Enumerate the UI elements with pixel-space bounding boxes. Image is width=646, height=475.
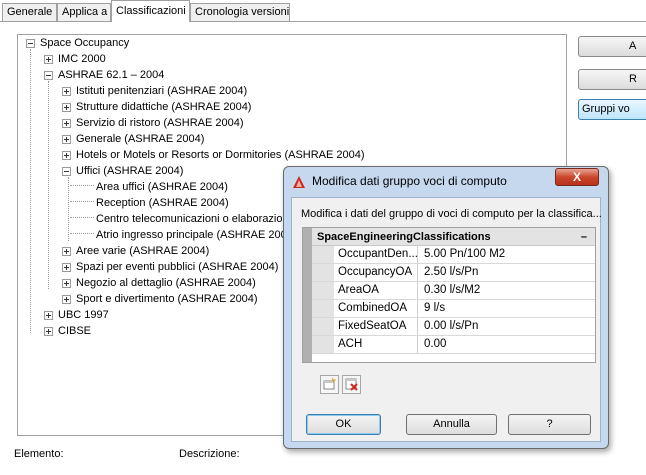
property-name: ACH — [334, 336, 418, 353]
property-value[interactable]: 0.00 — [419, 336, 446, 353]
close-icon: X — [572, 170, 581, 184]
side-button-add[interactable]: A — [578, 36, 646, 57]
app-logo-icon — [293, 176, 305, 188]
close-button[interactable]: X — [555, 168, 599, 186]
grid-header[interactable]: SpaceEngineeringClassifications – — [312, 228, 595, 246]
collapse-section-icon[interactable]: – — [581, 228, 587, 246]
tree-line — [68, 177, 69, 241]
grid-gutter — [303, 228, 312, 362]
property-name: AreaOA — [334, 282, 418, 299]
dialog-body: Modifica i dati del gruppo di voci di co… — [291, 197, 602, 442]
tree-line — [70, 201, 94, 202]
grid-row[interactable]: FixedSeatOA 0.00 l/s/Pn — [312, 318, 595, 336]
dialog-title: Modifica dati gruppo voci di computo — [312, 174, 507, 188]
tab-bar: Generale Applica a Classificazioni Crono… — [0, 0, 646, 22]
elemento-label: Elemento: — [14, 448, 64, 460]
delete-item-icon — [345, 378, 358, 391]
grid-row[interactable]: CombinedOA 9 l/s — [312, 300, 595, 318]
tab-generale[interactable]: Generale — [2, 3, 57, 21]
property-value[interactable]: 9 l/s — [419, 300, 445, 317]
property-value[interactable]: 0.30 l/s/M2 — [419, 282, 480, 299]
property-name: OccupantDen... — [334, 246, 418, 263]
tab-divider — [0, 21, 646, 22]
side-button-remove[interactable]: R — [578, 69, 646, 90]
new-item-icon — [323, 377, 337, 390]
expand-icon[interactable] — [44, 55, 53, 64]
expand-icon[interactable] — [44, 327, 53, 336]
grid-row[interactable]: AreaOA 0.30 l/s/M2 — [312, 282, 595, 300]
dialog-description: Modifica i dati del gruppo di voci di co… — [301, 208, 602, 220]
tab-cronologia-versioni[interactable]: Cronologia versioni — [190, 3, 290, 21]
property-value[interactable]: 5.00 Pn/100 M2 — [419, 246, 505, 263]
tab-applica-a[interactable]: Applica a — [57, 3, 111, 21]
expand-icon[interactable] — [62, 103, 71, 112]
new-item-button[interactable] — [320, 375, 339, 394]
expand-icon[interactable] — [62, 119, 71, 128]
expand-icon[interactable] — [62, 247, 71, 256]
tree-line — [70, 185, 94, 186]
property-value[interactable]: 2.50 l/s/Pn — [419, 264, 478, 281]
tree-line — [70, 217, 94, 218]
delete-item-button[interactable] — [342, 375, 361, 394]
collapse-icon[interactable] — [44, 71, 53, 80]
expand-icon[interactable] — [44, 311, 53, 320]
grid-row[interactable]: OccupancyOA 2.50 l/s/Pn — [312, 264, 595, 282]
expand-icon[interactable] — [62, 263, 71, 272]
grid-row[interactable]: OccupantDen... 5.00 Pn/100 M2 — [312, 246, 595, 264]
grid-row[interactable]: ACH 0.00 — [312, 336, 595, 354]
edit-group-dialog: Modifica dati gruppo voci di computo X M… — [283, 166, 609, 449]
collapse-icon[interactable] — [62, 167, 71, 176]
expand-icon[interactable] — [62, 135, 71, 144]
tree-line — [30, 49, 31, 333]
ok-button[interactable]: OK — [306, 414, 381, 435]
expand-icon[interactable] — [62, 295, 71, 304]
tree-line — [70, 233, 94, 234]
property-grid[interactable]: SpaceEngineeringClassifications – Occupa… — [302, 227, 596, 363]
expand-icon[interactable] — [62, 279, 71, 288]
descrizione-label: Descrizione: — [179, 448, 240, 460]
property-name: CombinedOA — [334, 300, 418, 317]
tree-line — [48, 81, 49, 289]
side-button-groups[interactable]: Gruppi vo — [578, 99, 646, 120]
property-value[interactable]: 0.00 l/s/Pn — [419, 318, 478, 335]
property-name: FixedSeatOA — [334, 318, 418, 335]
expand-icon[interactable] — [62, 87, 71, 96]
tab-classificazioni[interactable]: Classificazioni — [111, 0, 190, 22]
cancel-button[interactable]: Annulla — [406, 414, 497, 435]
expand-icon[interactable] — [62, 151, 71, 160]
help-button[interactable]: ? — [508, 414, 591, 435]
collapse-icon[interactable] — [26, 39, 35, 48]
property-name: OccupancyOA — [334, 264, 418, 281]
